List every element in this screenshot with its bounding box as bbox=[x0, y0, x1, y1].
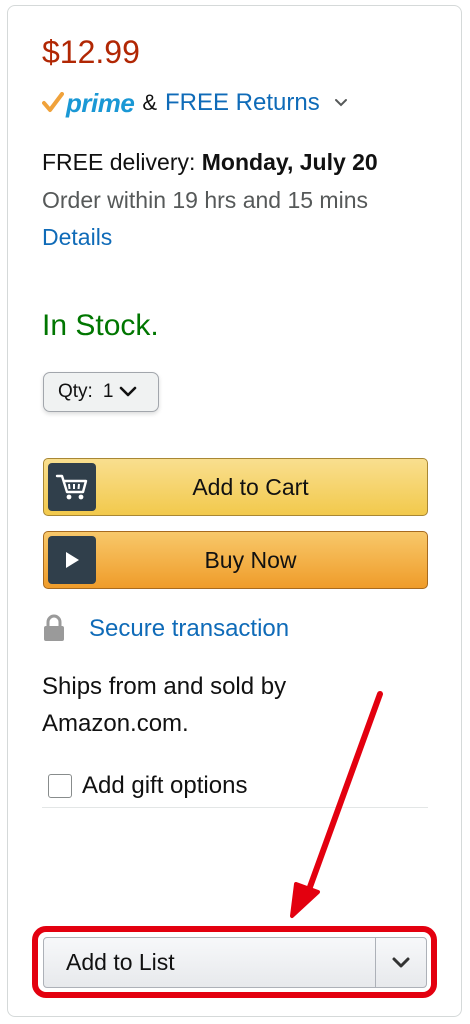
gift-options-checkbox[interactable] bbox=[48, 774, 72, 798]
buy-now-label: Buy Now bbox=[204, 546, 297, 573]
quantity-value: 1 bbox=[102, 381, 114, 402]
cart-icon bbox=[48, 463, 96, 511]
seller-info: Ships from and sold by Amazon.com. bbox=[42, 668, 422, 742]
delivery-info: FREE delivery: Monday, July 20 bbox=[42, 149, 378, 176]
seller-line-1: Ships from and sold by bbox=[42, 673, 287, 700]
details-link[interactable]: Details bbox=[42, 224, 112, 251]
lock-icon bbox=[44, 614, 64, 641]
play-icon bbox=[48, 536, 96, 584]
quantity-select[interactable]: Qty: 1 bbox=[43, 372, 159, 412]
buy-now-button[interactable]: Buy Now bbox=[43, 531, 428, 589]
prime-check-icon bbox=[42, 92, 64, 112]
free-returns-link[interactable]: FREE Returns bbox=[165, 89, 320, 117]
ampersand: & bbox=[142, 90, 157, 115]
gift-options-label: Add gift options bbox=[82, 772, 248, 799]
prime-returns-row: prime & FREE Returns bbox=[42, 86, 348, 120]
order-countdown: Order within 19 hrs and 15 mins bbox=[42, 187, 368, 213]
add-to-cart-button[interactable]: Add to Cart bbox=[43, 458, 428, 516]
chevron-down-icon bbox=[120, 386, 137, 397]
divider bbox=[42, 807, 428, 808]
seller-line-2: Amazon.com. bbox=[42, 710, 189, 737]
quantity-label: Qty: bbox=[58, 381, 93, 402]
product-price: $12.99 bbox=[42, 34, 140, 70]
annotation-highlight-box bbox=[32, 926, 437, 998]
add-to-cart-label: Add to Cart bbox=[192, 473, 309, 500]
gift-options-row[interactable]: Add gift options bbox=[48, 770, 247, 802]
prime-logo: prime bbox=[66, 87, 135, 118]
delivery-date: Monday, July 20 bbox=[201, 149, 378, 175]
chevron-down-icon[interactable] bbox=[334, 98, 348, 108]
secure-transaction-link[interactable]: Secure transaction bbox=[89, 615, 289, 643]
stock-status: In Stock. bbox=[42, 309, 159, 342]
delivery-prefix: FREE delivery: bbox=[42, 149, 202, 175]
